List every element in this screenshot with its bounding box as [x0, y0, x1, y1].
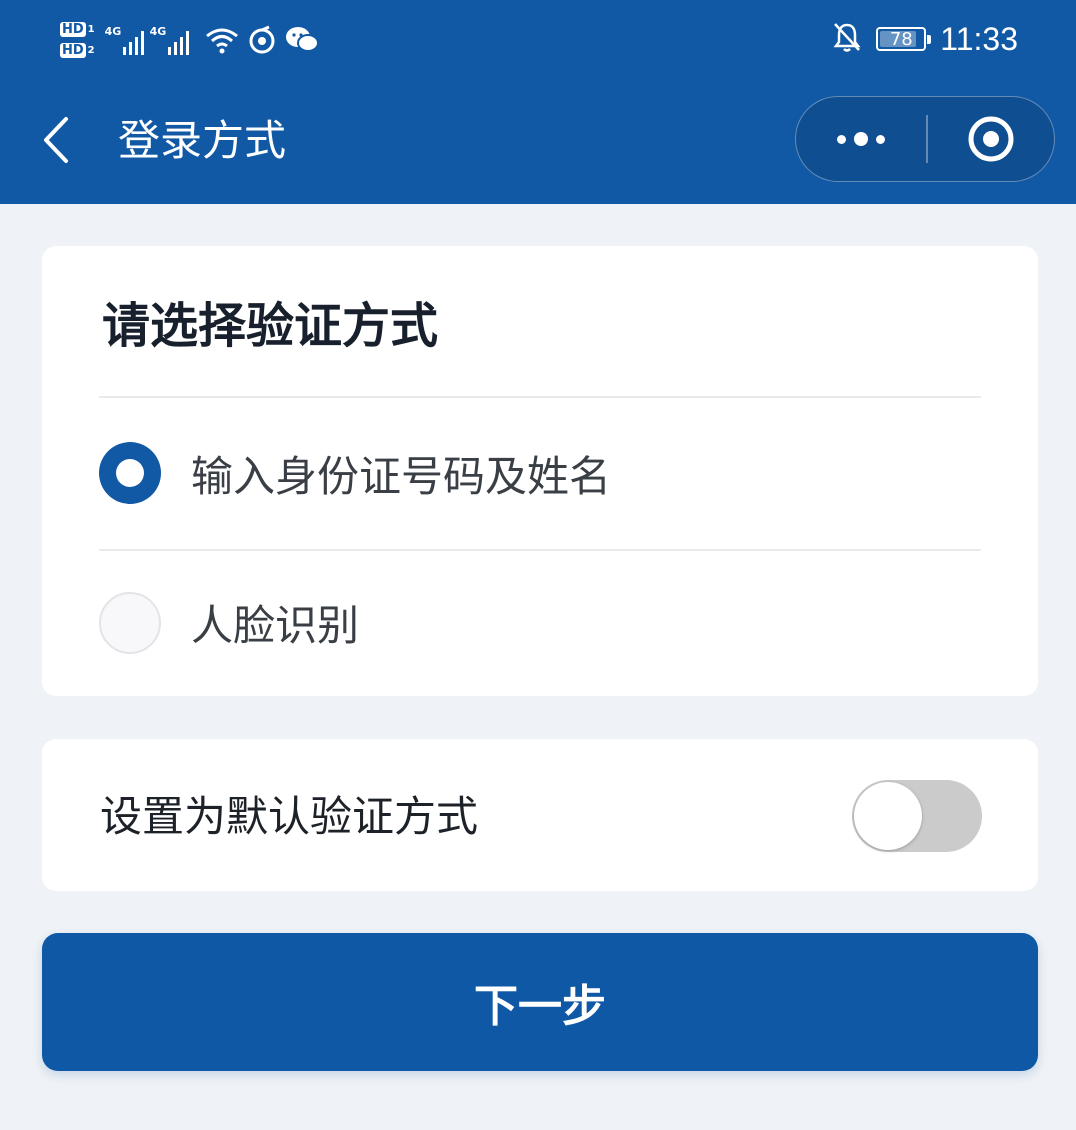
- wechat-icon: [285, 26, 319, 54]
- status-bar-right: 78 11:33: [832, 14, 1018, 64]
- option-face-recognition[interactable]: 人脸识别: [99, 549, 981, 696]
- wifi-icon: [205, 26, 239, 54]
- next-step-button[interactable]: 下一步: [42, 933, 1038, 1071]
- mini-program-capsule: [795, 96, 1055, 182]
- status-bar-left: HD 1 HD 2 4G 4G: [60, 10, 319, 70]
- sim1-index: 1: [87, 23, 95, 35]
- app-notification-icon: [247, 25, 277, 55]
- mute-bell-icon: [832, 21, 862, 57]
- radio-unselected[interactable]: [99, 591, 161, 654]
- default-method-toggle[interactable]: [852, 780, 982, 852]
- more-dots-icon: [837, 132, 885, 146]
- page-title: 登录方式: [118, 116, 287, 165]
- default-method-label: 设置为默认验证方式: [100, 792, 479, 841]
- signal-icon: 4G: [104, 25, 144, 55]
- sim1-hd-label: HD: [60, 22, 86, 37]
- option-id-and-name[interactable]: 输入身份证号码及姓名: [99, 398, 981, 548]
- app-header: HD 1 HD 2 4G 4G 78 11:33 登录方式: [0, 0, 1076, 204]
- status-time: 11:33: [940, 20, 1018, 57]
- default-method-card: 设置为默认验证方式: [42, 739, 1038, 891]
- battery-level: 78: [889, 28, 913, 50]
- close-button[interactable]: [928, 97, 1055, 181]
- verify-method-heading: 请选择验证方式: [102, 298, 439, 354]
- toggle-knob: [854, 782, 922, 850]
- sim2-index: 2: [87, 44, 95, 56]
- network1-label: 4G: [104, 25, 122, 38]
- more-button[interactable]: [796, 97, 926, 181]
- sim2-hd-label: HD: [60, 43, 86, 58]
- option-label: 输入身份证号码及姓名: [191, 451, 612, 501]
- network2-label: 4G: [149, 25, 167, 38]
- signal-icon: 4G: [149, 25, 189, 55]
- sim1-indicator: HD 1: [60, 22, 95, 37]
- chevron-left-icon: [44, 117, 68, 163]
- option-label: 人脸识别: [191, 601, 360, 650]
- sim-indicators: HD 1 HD 2: [60, 22, 95, 58]
- sim2-indicator: HD 2: [60, 43, 95, 58]
- radio-selected[interactable]: [99, 442, 161, 504]
- back-button[interactable]: [40, 112, 80, 168]
- battery-icon: 78: [876, 27, 932, 51]
- target-close-icon: [968, 116, 1014, 162]
- verify-method-card: 请选择验证方式 输入身份证号码及姓名 人脸识别: [42, 246, 1038, 696]
